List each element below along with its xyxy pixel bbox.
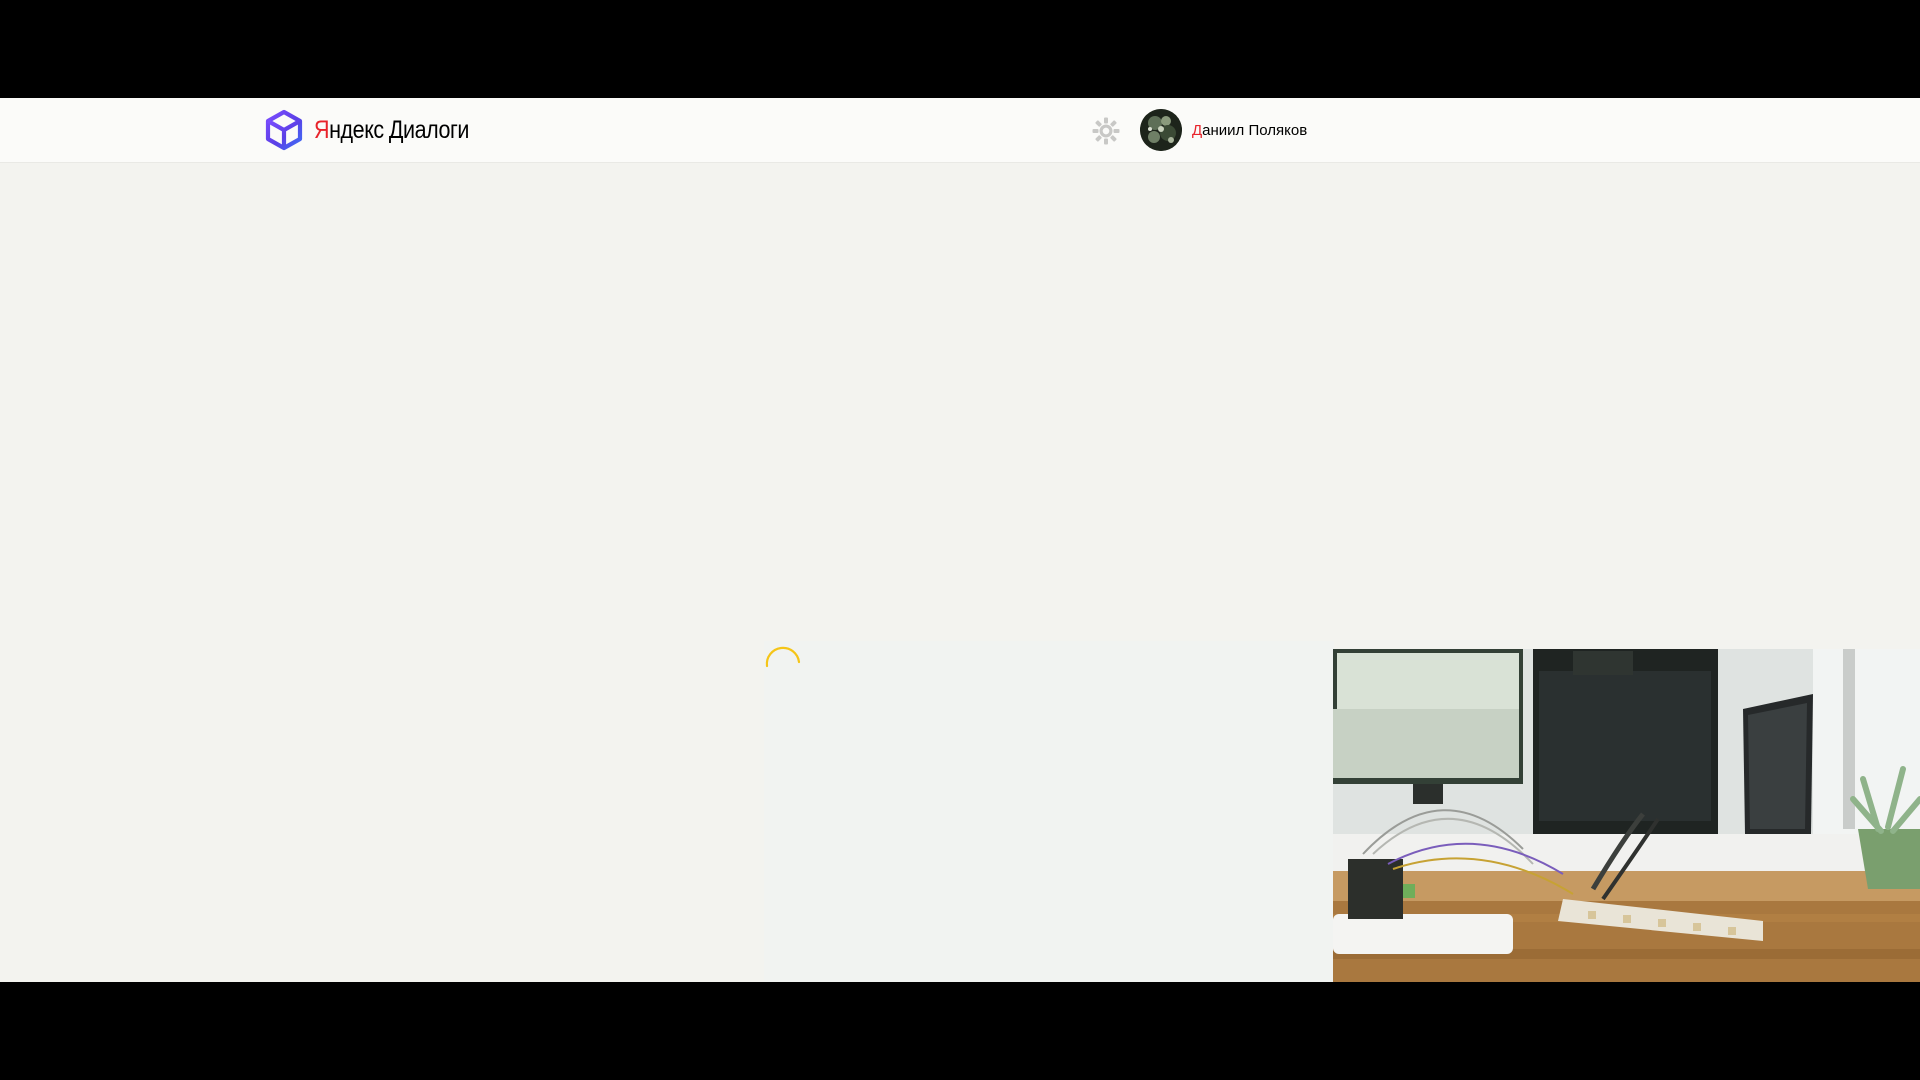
user-name[interactable]: Даниил Поляков: [1192, 122, 1307, 139]
content-panel: [764, 641, 1334, 982]
webcam-video-overlay: [1333, 649, 1920, 982]
avatar-photo: [1140, 109, 1182, 151]
screen: Яндекс Диалоги Даниил Поляков: [0, 0, 1920, 1080]
spinner-icon: [765, 646, 801, 668]
user-name-first-letter: Д: [1192, 121, 1203, 139]
letterbox-top: [0, 0, 1920, 98]
loading-spinner: [763, 644, 803, 684]
top-header: Яндекс Диалоги Даниил Поляков: [0, 98, 1920, 162]
avatar[interactable]: [1140, 109, 1182, 151]
logo-brand-rest: ндекс: [329, 115, 384, 144]
gear-icon: [1092, 117, 1120, 145]
app-window: Яндекс Диалоги Даниил Поляков: [0, 98, 1920, 982]
logo-text: Яндекс Диалоги: [314, 116, 469, 145]
logo-product-name: Диалоги: [388, 115, 470, 144]
yandex-dialogs-logo[interactable]: Яндекс Диалоги: [264, 108, 494, 152]
letterbox-bottom: [0, 982, 1920, 1080]
user-name-rest: аниил Поляков: [1202, 121, 1308, 139]
webcam-frame-image: [1333, 649, 1920, 982]
logo-brand-first-letter: Я: [314, 115, 330, 144]
cube-logo-icon: [265, 109, 303, 151]
user-menu[interactable]: Даниил Поляков: [1140, 109, 1307, 151]
settings-button[interactable]: [1090, 115, 1122, 147]
